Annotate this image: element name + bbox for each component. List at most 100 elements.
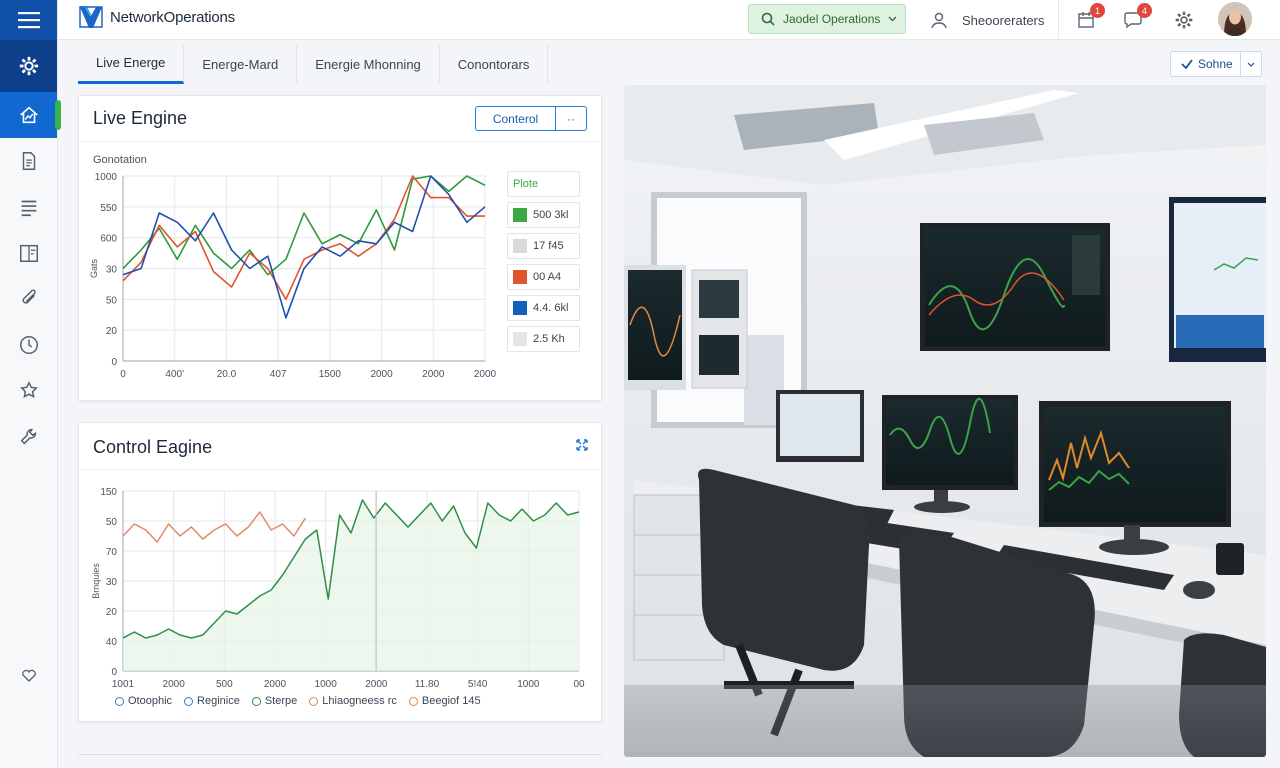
chevron-down-icon xyxy=(888,16,897,22)
legend-item[interactable]: 2.5 Kh xyxy=(507,326,580,352)
legend-item[interactable]: 500 3kl xyxy=(507,202,580,228)
legend-label: 17 f45 xyxy=(533,240,564,252)
topbar-divider xyxy=(1058,0,1059,40)
chart-subtitle: Gonotation xyxy=(93,154,147,166)
y-tick-label: 1000 xyxy=(95,172,118,183)
heart-icon xyxy=(22,669,36,682)
y-tick-label: 0 xyxy=(111,667,117,678)
sidebar-item-documents[interactable] xyxy=(0,138,57,184)
legend-item[interactable]: 4.4. 6kl xyxy=(507,295,580,321)
card-title: Live Engine xyxy=(93,108,188,128)
sidebar-item-attachments[interactable] xyxy=(0,276,57,322)
legend-label: Plote xyxy=(513,178,539,190)
messages-button[interactable]: 4 xyxy=(1121,3,1152,32)
y-tick-label: 550 xyxy=(100,203,117,214)
x-tick-label: 11.80 xyxy=(415,679,440,690)
home-chart-icon xyxy=(19,106,38,124)
legend-item[interactable]: 00 A4 xyxy=(507,264,580,290)
report-icon xyxy=(19,244,38,262)
y-tick-label: 150 xyxy=(100,487,117,498)
tab-bar: Live Energe Energe-Mard Energie Mhonning… xyxy=(78,44,549,86)
tab-conontorars[interactable]: Conontorars xyxy=(440,44,549,84)
legend-marker xyxy=(251,696,261,706)
x-tick-label: 5!40 xyxy=(468,679,488,690)
y-tick-label: 600 xyxy=(100,234,117,245)
sidebar-item-reports[interactable] xyxy=(0,230,57,276)
tab-energe-mard[interactable]: Energe-Mard xyxy=(184,44,298,84)
top-bar: NetworkOperations Jaodel Operations Sheo… xyxy=(58,0,1280,40)
sidebar-item-history[interactable] xyxy=(0,322,57,368)
share-main[interactable]: Sohne xyxy=(1171,52,1241,76)
message-badge: 4 xyxy=(1137,3,1152,18)
legend-label: Beegiof 145 xyxy=(421,695,481,707)
gear-icon xyxy=(1175,11,1193,29)
divider xyxy=(78,754,602,755)
legend-item[interactable]: Sterpe xyxy=(251,695,298,707)
x-tick-label: 2000 xyxy=(474,369,497,380)
legend-label: 4.4. 6kl xyxy=(533,302,569,314)
user-icon xyxy=(931,12,947,29)
share-button[interactable]: Sohne xyxy=(1170,51,1262,77)
user-menu[interactable]: Sheooreraters xyxy=(930,0,1044,40)
legend-label: Lhiaogneess rc xyxy=(322,695,397,707)
control-label: Conterol xyxy=(476,107,556,130)
divider xyxy=(79,141,601,142)
legend-item[interactable]: Beegiof 145 xyxy=(408,695,481,707)
legend-label: Sterpe xyxy=(264,695,298,707)
status-label: Jaodel Operations xyxy=(783,12,881,26)
operations-status-dropdown[interactable]: Jaodel Operations xyxy=(748,4,906,34)
legend-label: 00 A4 xyxy=(533,271,562,283)
legend-marker xyxy=(309,696,319,706)
x-tick-label: 1000 xyxy=(315,679,338,690)
sidebar-item-modules[interactable] xyxy=(0,368,57,414)
tab-energie-monitoring[interactable]: Energie Mhonning xyxy=(297,44,440,84)
series-line xyxy=(122,511,307,543)
legend-item[interactable]: Lhiaogneess rc xyxy=(309,695,397,707)
series-area xyxy=(123,500,579,671)
x-tick-label: 0 xyxy=(120,369,126,380)
legend-item[interactable]: Plote xyxy=(507,171,580,197)
sidebar xyxy=(0,0,61,768)
brand-name: NetworkOperations xyxy=(110,8,235,26)
menu-button[interactable] xyxy=(0,0,57,40)
divider xyxy=(79,469,601,470)
control-room-photo xyxy=(624,85,1266,757)
avatar-image xyxy=(1218,2,1252,36)
logo-icon xyxy=(79,6,103,28)
y-tick-label: 30 xyxy=(106,265,118,276)
x-tick-label: 2000 xyxy=(422,369,445,380)
live-engine-chart: 0 20 50 30 600 550 1000 0 400' 20.0 407 1500 2000 200… xyxy=(89,172,497,380)
x-tick-label: 2000 xyxy=(370,369,393,380)
settings-button[interactable] xyxy=(1172,8,1196,32)
y-axis-label: Gats xyxy=(89,259,99,279)
brand[interactable]: NetworkOperations xyxy=(78,4,235,30)
control-button[interactable]: Conterol ·· xyxy=(475,106,587,131)
legend-item[interactable]: Reginice xyxy=(184,695,240,707)
clock-icon xyxy=(19,336,38,354)
sidebar-item-list[interactable] xyxy=(0,184,57,230)
calendar-button[interactable]: 1 xyxy=(1074,3,1105,32)
avatar[interactable] xyxy=(1218,2,1252,36)
expand-icon[interactable] xyxy=(576,439,588,451)
legend-label: Otoophic xyxy=(128,695,173,707)
y-tick-label: 40 xyxy=(106,637,118,648)
x-tick-label: 2000 xyxy=(163,679,186,690)
sidebar-item-dashboard[interactable] xyxy=(0,92,61,138)
legend-item[interactable]: Otoophic xyxy=(115,695,172,707)
sidebar-item-favorites[interactable] xyxy=(0,652,58,698)
y-tick-label: 50 xyxy=(106,517,118,528)
x-tick-label: 00 xyxy=(573,679,585,690)
wrench-icon xyxy=(20,428,36,445)
more-options[interactable]: ·· xyxy=(556,107,586,130)
legend-marker xyxy=(408,696,418,706)
x-tick-label: 407 xyxy=(270,369,287,380)
sidebar-item-settings[interactable] xyxy=(0,40,57,92)
tab-live-energe[interactable]: Live Energe xyxy=(78,44,185,84)
gear-icon xyxy=(19,56,38,76)
share-dropdown[interactable] xyxy=(1241,59,1261,70)
card-title: Control Eagine xyxy=(93,437,213,457)
sidebar-item-tools[interactable] xyxy=(0,414,57,460)
list-icon xyxy=(21,200,36,217)
legend-item[interactable]: 17 f45 xyxy=(507,233,580,259)
x-tick-label: 1500 xyxy=(319,369,342,380)
